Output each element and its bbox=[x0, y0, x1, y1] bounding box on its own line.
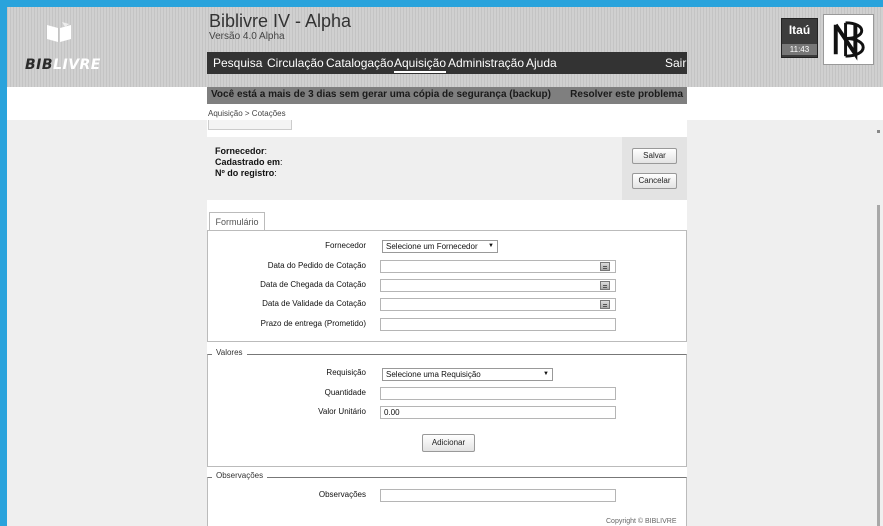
valor-unitario-label: Valor Unitário bbox=[318, 407, 366, 416]
scrollbar-arrow[interactable] bbox=[877, 130, 880, 133]
chegada-date-label: Data de Chegada da Cotação bbox=[260, 280, 366, 289]
monogram-icon bbox=[833, 21, 865, 61]
requisicao-select[interactable]: Selecione uma Requisição ▼ bbox=[382, 368, 553, 381]
copyright: Copyright © BIBLIVRE bbox=[606, 518, 677, 525]
form-panel: Fornecedor Selecione um Fornecedor ▼ Data… bbox=[207, 230, 687, 342]
valores-section: Valores Requisição Selecione uma Requisi… bbox=[207, 348, 687, 467]
validade-date-input[interactable] bbox=[380, 298, 616, 311]
calendar-icon[interactable] bbox=[600, 281, 610, 290]
logout-link[interactable]: Sair bbox=[665, 56, 686, 70]
menu-item-aquisicao[interactable]: Aquisição bbox=[394, 56, 447, 73]
quantidade-input[interactable] bbox=[380, 387, 616, 400]
cadastrado-label: Cadastrado em: bbox=[215, 157, 283, 167]
pedido-date-input[interactable] bbox=[380, 260, 616, 273]
user-badge[interactable]: Itaú 11:43 bbox=[781, 18, 818, 58]
cancel-button[interactable]: Cancelar bbox=[632, 173, 677, 189]
quantidade-label: Quantidade bbox=[324, 388, 366, 397]
observacoes-input[interactable] bbox=[380, 489, 616, 502]
scrollbar[interactable] bbox=[877, 205, 880, 526]
calendar-icon[interactable] bbox=[600, 300, 610, 309]
app-version: Versão 4.0 Alpha bbox=[209, 31, 285, 42]
record-actions: Salvar Cancelar bbox=[622, 137, 687, 200]
pedido-date-label: Data do Pedido de Cotação bbox=[267, 261, 366, 270]
observacoes-legend: Observações bbox=[212, 471, 268, 480]
add-button[interactable]: Adicionar bbox=[422, 434, 475, 452]
tab-formulario[interactable]: Formulário bbox=[209, 212, 265, 231]
menu-item-catalogacao[interactable]: Catalogação bbox=[326, 56, 393, 70]
header: BIBLIVRE Biblivre IV - Alpha Versão 4.0 … bbox=[7, 7, 883, 87]
chegada-date-input[interactable] bbox=[380, 279, 616, 292]
open-book-icon bbox=[47, 22, 71, 42]
dropdown-arrow-icon: ▼ bbox=[488, 243, 494, 249]
partially-hidden-button[interactable] bbox=[208, 120, 292, 130]
menu-item-circulacao[interactable]: Circulação bbox=[267, 56, 324, 70]
dropdown-arrow-icon: ▼ bbox=[543, 371, 549, 377]
observacoes-label: Observações bbox=[318, 490, 366, 499]
requisicao-label: Requisição bbox=[326, 368, 366, 377]
resolve-problem-link[interactable]: Resolver este problema bbox=[570, 89, 683, 100]
warning-text: Você está a mais de 3 dias sem gerar uma… bbox=[211, 89, 551, 100]
fornecedor-label: Fornecedor: bbox=[215, 146, 268, 156]
fornecedor-select[interactable]: Selecione um Fornecedor ▼ bbox=[382, 240, 498, 253]
prazo-input[interactable] bbox=[380, 318, 616, 331]
valores-legend: Valores bbox=[212, 348, 247, 357]
window-frame-left bbox=[0, 0, 7, 526]
backup-warning: Você está a mais de 3 dias sem gerar uma… bbox=[207, 87, 687, 104]
window-frame-top bbox=[0, 0, 883, 7]
validade-date-label: Data de Validade da Cotação bbox=[262, 299, 366, 308]
breadcrumb: Aquisição > Cotações bbox=[208, 109, 286, 118]
menu-item-ajuda[interactable]: Ajuda bbox=[526, 56, 557, 70]
main-menu: Pesquisa Circulação Catalogação Aquisiçã… bbox=[207, 52, 687, 74]
valor-unitario-input[interactable]: 0.00 bbox=[380, 406, 616, 419]
calendar-icon[interactable] bbox=[600, 262, 610, 271]
registro-label: Nº do registro: bbox=[215, 168, 277, 178]
record-summary: Fornecedor: Cadastrado em: Nº do registr… bbox=[207, 137, 687, 200]
fornecedor-field-label: Fornecedor bbox=[325, 241, 366, 250]
institution-logo bbox=[823, 14, 874, 65]
prazo-label: Prazo de entrega (Prometido) bbox=[260, 319, 366, 328]
save-button[interactable]: Salvar bbox=[632, 148, 677, 164]
app-title: Biblivre IV - Alpha bbox=[209, 11, 352, 31]
user-name: Itaú bbox=[788, 23, 811, 37]
menu-item-pesquisa[interactable]: Pesquisa bbox=[213, 56, 262, 70]
biblivre-logo[interactable]: BIBLIVRE bbox=[25, 19, 100, 74]
logo-text: BIBLIVRE bbox=[25, 57, 101, 73]
session-time: 11:43 bbox=[782, 44, 817, 55]
menu-item-administracao[interactable]: Administração bbox=[448, 56, 524, 70]
